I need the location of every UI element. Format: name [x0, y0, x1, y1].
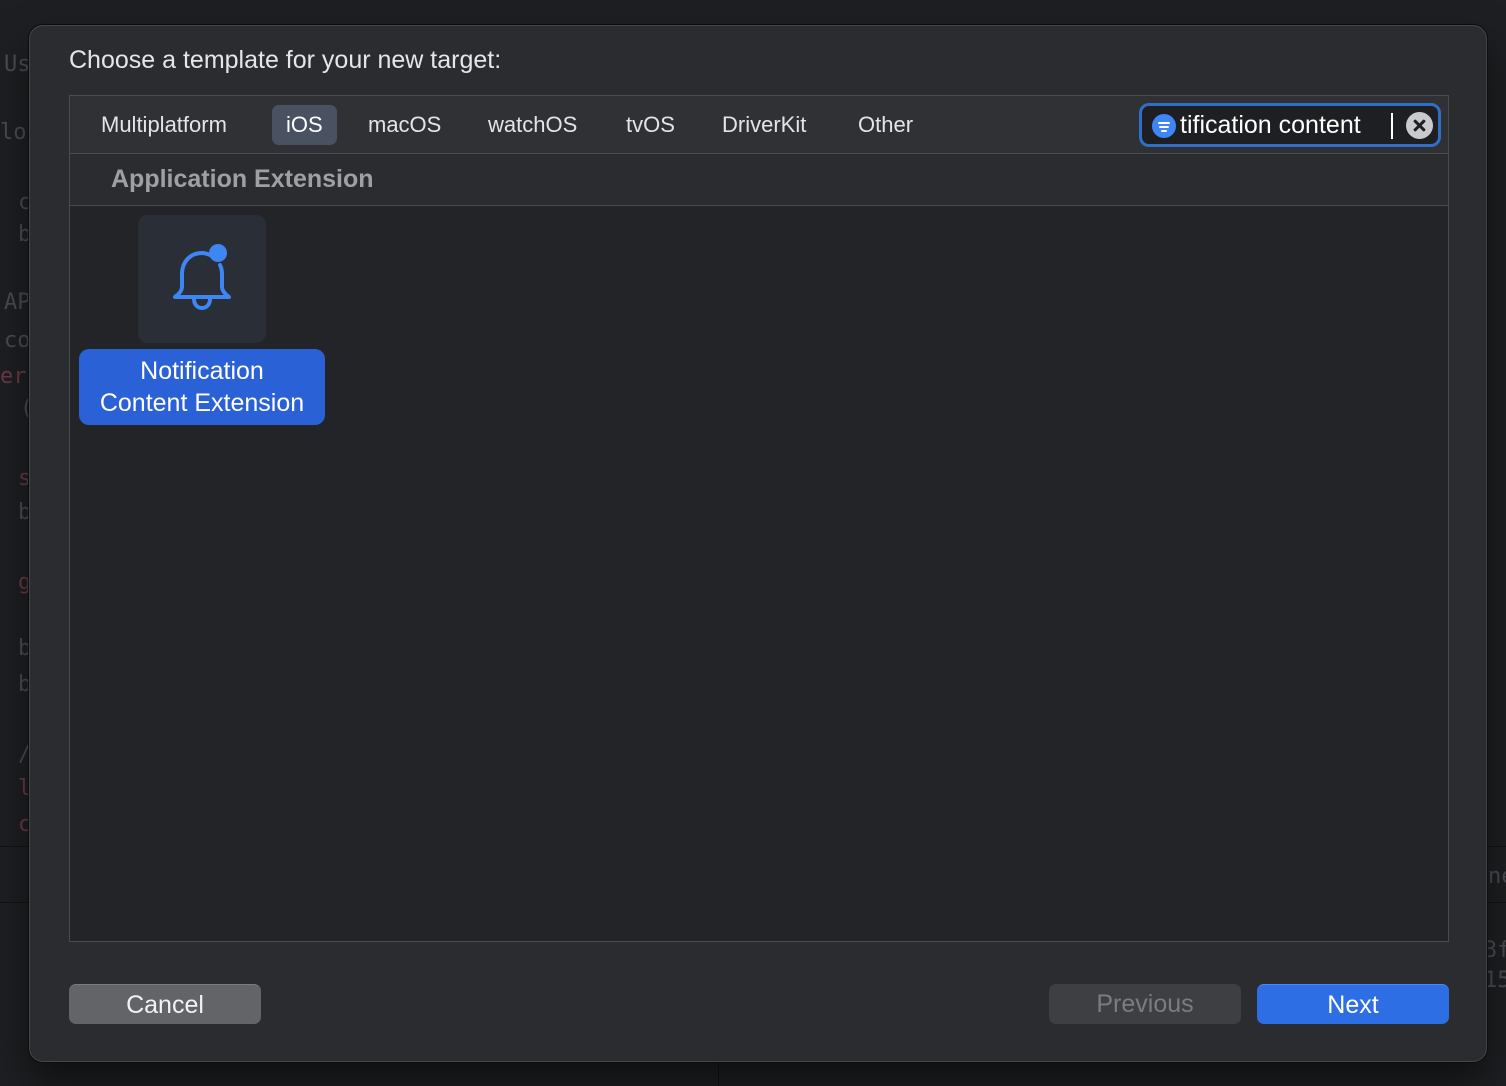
section-title: Application Extension: [111, 165, 374, 193]
tab-macos[interactable]: macOS: [354, 105, 455, 145]
template-label: Notification Content Extension: [79, 349, 325, 425]
bg-code-fragment: ne: [1488, 864, 1506, 889]
bg-code-fragment: AP: [4, 290, 31, 315]
filter-search-field[interactable]: tification content: [1139, 103, 1441, 147]
template-label-line: Content Extension: [99, 389, 305, 417]
previous-button[interactable]: Previous: [1049, 984, 1241, 1024]
new-target-sheet: Choose a template for your new target: M…: [29, 25, 1487, 1062]
clear-icon[interactable]: [1406, 112, 1433, 139]
bell-badge-icon: [173, 244, 231, 311]
search-input[interactable]: tification content: [1180, 106, 1392, 144]
tab-multiplatform[interactable]: Multiplatform: [87, 105, 241, 145]
cancel-button[interactable]: Cancel: [69, 984, 261, 1024]
section-header: Application Extension: [70, 154, 1448, 206]
bg-code-fragment: 15: [1484, 968, 1506, 993]
template-panel: Multiplatform iOS macOS watchOS tvOS Dri…: [69, 95, 1449, 942]
tab-tvos[interactable]: tvOS: [612, 105, 689, 145]
tab-ios[interactable]: iOS: [272, 105, 337, 145]
sheet-title: Choose a template for your new target:: [69, 46, 502, 74]
bg-code-fragment: Us: [4, 52, 31, 77]
tab-watchos[interactable]: watchOS: [474, 105, 591, 145]
next-button[interactable]: Next: [1257, 984, 1449, 1024]
bg-code-fragment: co: [4, 328, 31, 353]
tab-other[interactable]: Other: [844, 105, 927, 145]
platform-tab-bar: Multiplatform iOS macOS watchOS tvOS Dri…: [70, 96, 1448, 154]
bg-divider: [718, 1060, 719, 1086]
text-caret: [1391, 113, 1393, 139]
template-label-line: Notification: [140, 357, 264, 385]
template-notification-content-extension[interactable]: Notification Content Extension: [78, 213, 328, 429]
template-icon-tile: [138, 215, 266, 343]
bg-code-fragment: 3f: [1484, 938, 1506, 963]
filter-icon: [1152, 114, 1176, 138]
tab-driverkit[interactable]: DriverKit: [708, 105, 820, 145]
